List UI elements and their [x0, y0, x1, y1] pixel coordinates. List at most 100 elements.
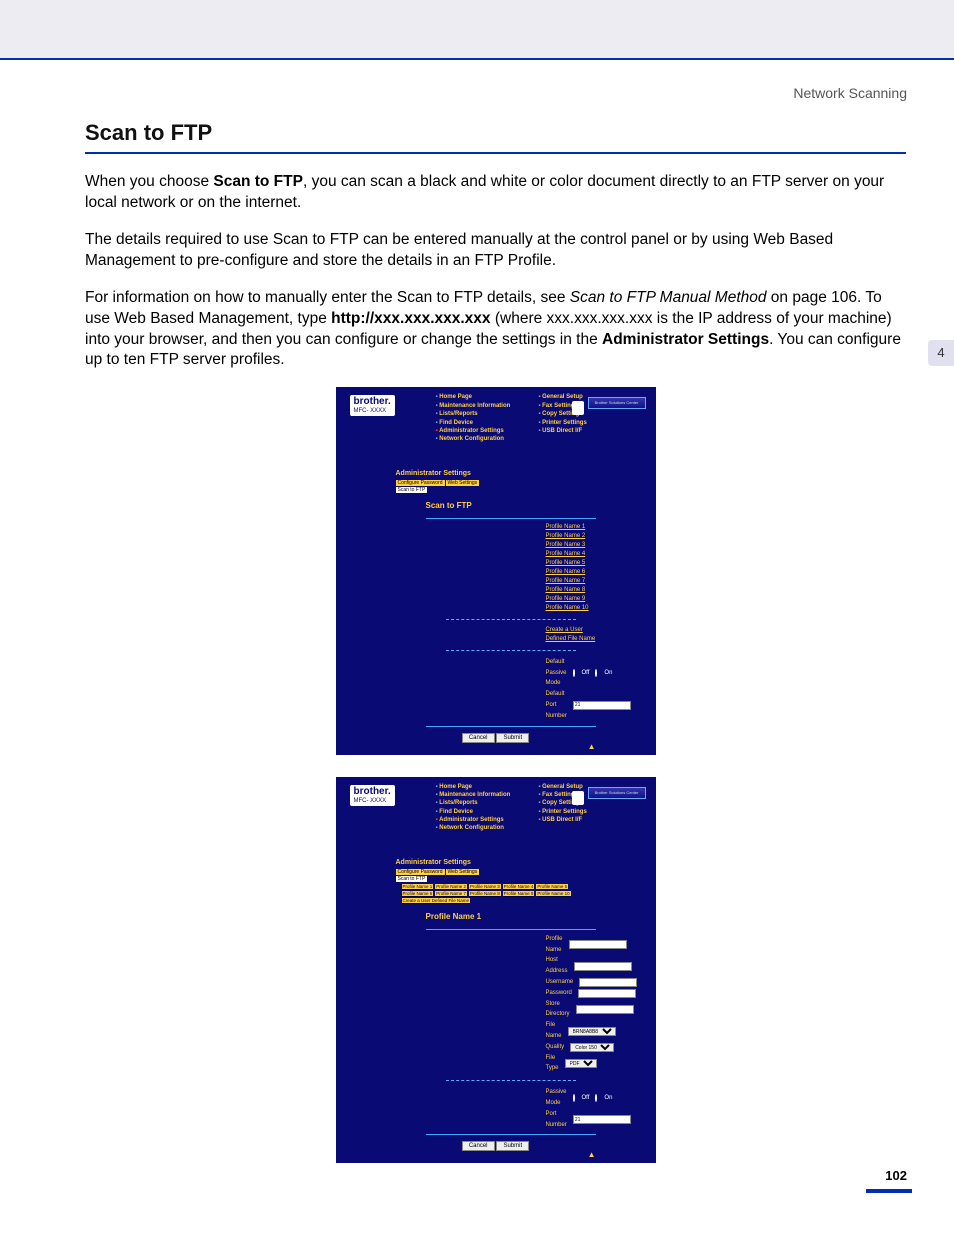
profile-name-input[interactable] — [569, 940, 627, 949]
port-number-input[interactable] — [573, 701, 631, 710]
crumb-item[interactable]: Web Settings — [446, 480, 480, 486]
box-title: Scan to FTP — [426, 501, 656, 510]
create-filename-tab[interactable]: Create a User Defined File Name — [402, 898, 471, 903]
profile-link[interactable]: Profile Name 4 — [546, 550, 596, 559]
profile-tab[interactable]: Profile Name 2 — [435, 884, 467, 889]
crumb-item[interactable]: Web Settings — [446, 869, 480, 875]
radio-off-label: Off — [582, 668, 590, 679]
title-rule — [85, 152, 906, 154]
scroll-top-icon[interactable]: ▲ — [588, 742, 596, 751]
intro-paragraph-2: The details required to use Scan to FTP … — [85, 230, 906, 272]
profile-link[interactable]: Profile Name 2 — [546, 532, 596, 541]
radio-off[interactable] — [573, 669, 575, 677]
password-label: Password — [546, 988, 572, 999]
text-bold: Administrator Settings — [602, 331, 769, 348]
nav-link[interactable]: Home Page — [436, 783, 511, 791]
section-tab: 4 — [928, 340, 954, 366]
scroll-top-icon[interactable]: ▲ — [588, 1150, 596, 1159]
crumb-item[interactable]: Configure Password — [396, 480, 445, 486]
radio-on-label: On — [604, 668, 612, 679]
radio-off[interactable] — [573, 1094, 575, 1102]
profile-tab[interactable]: Profile Name 3 — [469, 884, 501, 889]
text-bold: Scan to FTP — [213, 173, 303, 190]
screenshot-profile-detail: brother. MFC- XXXX Brother Solutions Cen… — [336, 777, 656, 1164]
host-address-label: Host Address — [546, 955, 568, 977]
profile-tab[interactable]: Profile Name 5 — [536, 884, 568, 889]
nav-link[interactable]: General Setup — [538, 783, 586, 791]
solutions-center-badge[interactable]: Brother Solutions Center — [588, 787, 646, 799]
text-italic: Scan to FTP Manual Method — [570, 289, 767, 306]
quality-select[interactable]: Color 150 — [570, 1043, 614, 1052]
port-number-label: Default Port Number — [546, 689, 567, 721]
submit-button[interactable]: Submit — [496, 733, 529, 743]
nav-link-active[interactable]: Administrator Settings — [436, 816, 511, 824]
page-header: Network Scanning — [793, 85, 907, 101]
page-number-bar — [866, 1189, 912, 1193]
nav-link-active[interactable]: Administrator Settings — [436, 427, 511, 435]
logo-text: brother. — [354, 787, 391, 797]
nav-link[interactable]: Find Device — [436, 808, 511, 816]
model-text: MFC- XXXX — [354, 798, 391, 804]
create-filename-link[interactable]: Create a User Defined File Name — [546, 626, 596, 644]
brother-logo: brother. MFC- XXXX — [350, 785, 395, 806]
logo-text: brother. — [354, 397, 391, 407]
profile-link[interactable]: Profile Name 5 — [546, 559, 596, 568]
port-number-input[interactable] — [573, 1115, 631, 1124]
screenshot-scan-to-ftp-list: brother. MFC- XXXX Brother Solutions Cen… — [336, 387, 656, 754]
profile-box: Profile Name 1 Profile Name 2 Profile Na… — [426, 518, 596, 727]
radio-on[interactable] — [595, 1094, 597, 1102]
profile-link[interactable]: Profile Name 10 — [546, 604, 596, 613]
nav-link[interactable]: USB Direct I/F — [538, 427, 586, 435]
nav-link[interactable]: Printer Settings — [538, 419, 586, 427]
quality-label: Quality — [546, 1042, 565, 1053]
intro-paragraph-3: For information on how to manually enter… — [85, 288, 906, 372]
solutions-center-badge[interactable]: Brother Solutions Center — [588, 397, 646, 409]
brother-logo: brother. MFC- XXXX — [350, 395, 395, 416]
nav-link[interactable]: USB Direct I/F — [538, 816, 586, 824]
crumb-item-selected[interactable]: Scan to FTP — [396, 876, 428, 882]
cancel-button[interactable]: Cancel — [462, 733, 495, 743]
nav-link[interactable]: Home Page — [436, 393, 511, 401]
top-bar — [0, 0, 954, 60]
nav-link[interactable]: Maintenance Information — [436, 402, 511, 410]
profile-tabs: Profile Name 1 Profile Name 2 Profile Na… — [402, 883, 656, 904]
profile-tab[interactable]: Profile Name 10 — [536, 891, 570, 896]
nav-link[interactable]: Lists/Reports — [436, 410, 511, 418]
radio-on[interactable] — [595, 669, 597, 677]
nav-link[interactable]: Network Configuration — [436, 824, 511, 832]
text: For information on how to manually enter… — [85, 289, 570, 306]
profile-tab[interactable]: Profile Name 1 — [402, 884, 434, 889]
crumb-item[interactable]: Configure Password — [396, 869, 445, 875]
profile-link[interactable]: Profile Name 7 — [546, 577, 596, 586]
host-address-input[interactable] — [574, 962, 632, 971]
profile-link[interactable]: Profile Name 1 — [546, 523, 596, 532]
admin-settings-heading: Administrator Settings — [396, 859, 656, 866]
submit-button[interactable]: Submit — [496, 1141, 529, 1151]
breadcrumb: Configure PasswordWeb Settings Scan to F… — [396, 479, 656, 493]
profile-link[interactable]: Profile Name 6 — [546, 568, 596, 577]
crumb-item-selected[interactable]: Scan to FTP — [396, 487, 428, 493]
store-dir-input[interactable] — [576, 1005, 634, 1014]
nav-link[interactable]: Find Device — [436, 419, 511, 427]
radio-on-label: On — [604, 1093, 612, 1104]
nav-link[interactable]: Lists/Reports — [436, 799, 511, 807]
nav-link[interactable]: Network Configuration — [436, 435, 511, 443]
file-name-label: File Name — [546, 1020, 562, 1042]
username-input[interactable] — [579, 978, 637, 987]
nav-link[interactable]: Maintenance Information — [436, 791, 511, 799]
password-input[interactable] — [578, 989, 636, 998]
profile-tab[interactable]: Profile Name 4 — [503, 884, 535, 889]
file-type-select[interactable]: PDF — [565, 1059, 597, 1068]
nav-link[interactable]: Printer Settings — [538, 808, 586, 816]
text-bold: http://xxx.xxx.xxx.xxx — [331, 310, 490, 327]
profile-tab[interactable]: Profile Name 6 — [402, 891, 434, 896]
profile-link[interactable]: Profile Name 8 — [546, 586, 596, 595]
profile-link[interactable]: Profile Name 9 — [546, 595, 596, 604]
port-number-label: Port Number — [546, 1109, 567, 1131]
profile-tab[interactable]: Profile Name 8 — [469, 891, 501, 896]
profile-tab[interactable]: Profile Name 9 — [503, 891, 535, 896]
profile-tab[interactable]: Profile Name 7 — [435, 891, 467, 896]
profile-link[interactable]: Profile Name 3 — [546, 541, 596, 550]
cancel-button[interactable]: Cancel — [462, 1141, 495, 1151]
file-name-select[interactable]: BRN8A8B8 — [568, 1027, 616, 1036]
